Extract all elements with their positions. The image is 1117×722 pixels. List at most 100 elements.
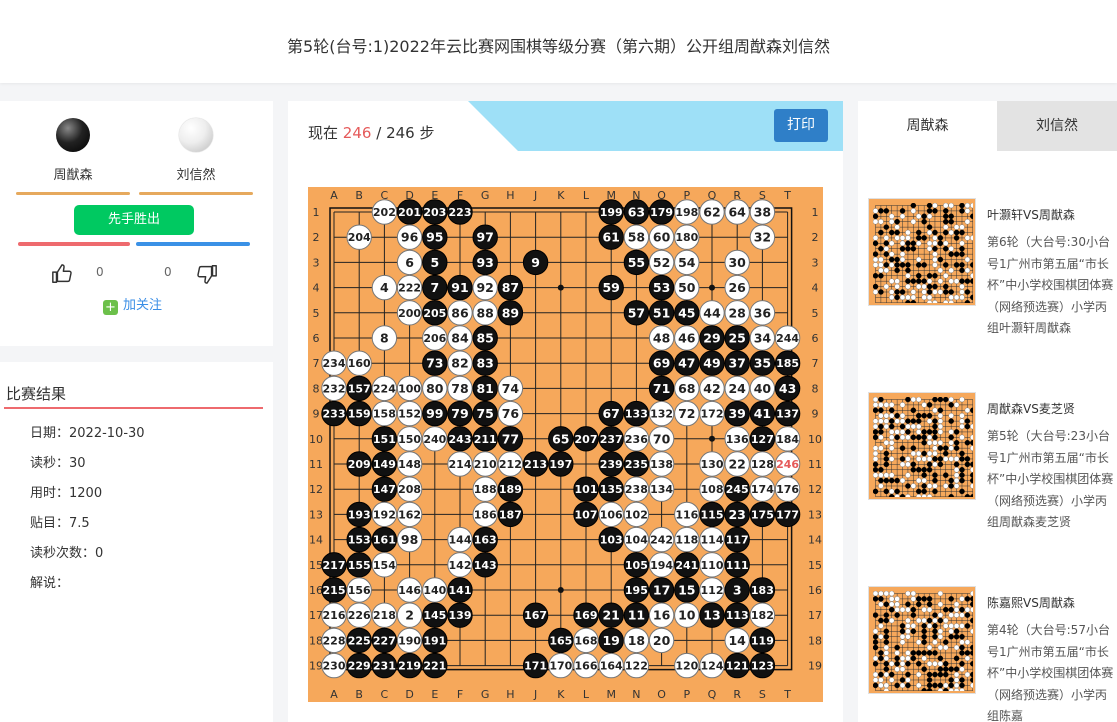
white-stone: 6: [396, 249, 423, 276]
game-description: 第4轮（大台号:57小台号1广州市第五届“市长杯”中小学校围棋团体赛（网络预选赛…: [987, 623, 1114, 722]
move-number: 61: [602, 230, 619, 245]
go-board[interactable]: AABBCCDDEEFFGGHHJJKKLLMMNNOOPPQQRRSSTT11…: [308, 187, 823, 702]
thumb-white-stone: [888, 240, 895, 247]
move-number: 103: [600, 534, 623, 547]
thumb-white-stone: [916, 494, 922, 497]
column-label: A: [330, 688, 338, 701]
thumb-white-stone: [921, 477, 927, 484]
thumb-white-stone: [953, 472, 960, 478]
dislike-count: 0: [164, 265, 172, 279]
print-button[interactable]: 打印: [774, 109, 828, 142]
thumb-white-stone: [883, 283, 890, 290]
move-number: 32: [754, 230, 771, 245]
thumbs-up-icon[interactable]: [51, 263, 73, 285]
thumb-black-stone: [937, 671, 944, 678]
black-stone: 215: [321, 577, 347, 603]
row-label: 16: [808, 584, 822, 597]
thumb-black-stone: [943, 397, 949, 403]
thumb-black-stone: [932, 246, 938, 252]
move-number: 38: [754, 205, 771, 220]
move-number: 171: [524, 660, 547, 673]
thumb-black-stone: [943, 639, 949, 645]
tab-white-player[interactable]: 刘信然: [997, 101, 1117, 151]
black-stone: 43: [774, 375, 801, 402]
thumb-black-stone: [953, 445, 960, 451]
thumb-black-stone: [959, 251, 965, 257]
thumb-black-stone: [921, 440, 927, 446]
page-header: 第5轮(台号:1)2022年云比赛网围棋等级分赛（第六期）公开组周猷森刘信然: [0, 0, 1117, 83]
black-stone: 67: [598, 400, 624, 427]
move-number: 14: [728, 633, 746, 648]
column-label: T: [783, 189, 791, 202]
thumbs-down-icon[interactable]: [196, 263, 218, 285]
move-number: 75: [476, 406, 493, 421]
move-number: 19: [602, 633, 619, 648]
move-number: 155: [348, 559, 371, 572]
move-number: 151: [373, 433, 396, 446]
total-moves: 246: [386, 124, 415, 142]
thumb-black-stone: [937, 682, 944, 689]
black-stone: 223: [447, 199, 473, 225]
game-title[interactable]: 周猷森VS麦芝贤: [987, 400, 1075, 417]
related-game[interactable]: 陈嘉熙VS周猷森 第4轮（大台号:57小台号1广州市第五届“市长杯”中小学校围棋…: [868, 586, 1117, 722]
thumb-black-stone: [926, 208, 933, 214]
thumb-white-stone: [894, 494, 900, 497]
white-stone: 102: [623, 501, 650, 528]
tab-black-player[interactable]: 周猷森: [858, 101, 997, 151]
move-number: 36: [754, 305, 772, 320]
white-stone: 118: [674, 526, 700, 553]
thumb-white-stone: [905, 423, 911, 430]
move-number: 25: [728, 331, 745, 346]
thumb-white-stone: [905, 229, 911, 236]
black-stone: 111: [724, 552, 750, 578]
game-thumbnail[interactable]: [868, 392, 976, 500]
move-number: 183: [751, 584, 774, 597]
thumb-black-stone: [932, 283, 938, 290]
move-number: 203: [423, 206, 446, 219]
move-number: 3: [733, 583, 742, 598]
thumb-white-stone: [910, 218, 917, 225]
thumb-black-stone: [926, 617, 933, 624]
game-thumbnail[interactable]: [868, 198, 976, 306]
thumb-black-stone: [921, 488, 927, 495]
move-number: 200: [398, 307, 421, 320]
thumb-white-stone: [970, 203, 973, 209]
move-number: 194: [650, 559, 673, 572]
white-stone: 130: [699, 451, 725, 477]
thumb-black-stone: [921, 278, 927, 284]
thumb-white-stone: [926, 606, 933, 613]
thumb-white-stone: [878, 412, 884, 419]
thumb-white-stone: [948, 623, 954, 629]
black-stone: 29: [699, 325, 725, 351]
thumb-black-stone: [873, 596, 879, 602]
game-title[interactable]: 叶灏轩VS周猷森: [987, 206, 1075, 223]
thumb-white-stone: [921, 606, 927, 613]
related-game[interactable]: 叶灏轩VS周猷森 第6轮（大台号:30小台号1广州市第五届“市长杯”中小学校围棋…: [868, 198, 1117, 358]
move-number: 148: [398, 458, 421, 471]
follow-button[interactable]: + 加关注: [103, 294, 162, 315]
move-number: 98: [401, 532, 418, 547]
thumb-white-stone: [873, 208, 879, 214]
thumb-black-stone: [921, 262, 927, 268]
move-number: 110: [701, 559, 724, 572]
thumb-white-stone: [926, 483, 933, 489]
move-number: 199: [600, 206, 623, 219]
thumb-white-stone: [883, 402, 890, 408]
move-number: 198: [675, 206, 698, 219]
players-panel: 周猷森 刘信然 先手胜出 0 0 + 加关注: [0, 101, 273, 346]
thumb-white-stone: [883, 267, 890, 274]
thumb-black-stone: [910, 606, 917, 613]
black-stone: 5: [422, 249, 448, 276]
go-board-svg[interactable]: AABBCCDDEEFFGGHHJJKKLLMMNNOOPPQQRRSSTT1 1…: [308, 187, 823, 702]
row-label: 4: [812, 282, 819, 295]
thumb-white-stone: [943, 623, 949, 629]
game-thumbnail[interactable]: [868, 586, 976, 694]
thumb-white-stone: [953, 682, 960, 689]
thumb-black-stone: [926, 596, 933, 602]
related-game[interactable]: 周猷森VS麦芝贤 第5轮（大台号:23小台号1广州市第五届“市长杯”中小学校围棋…: [868, 392, 1117, 552]
move-number: 119: [751, 634, 774, 647]
white-stone: 98: [396, 526, 423, 553]
black-stone: 81: [472, 375, 498, 402]
game-title[interactable]: 陈嘉熙VS周猷森: [987, 594, 1075, 611]
thumb-black-stone: [970, 407, 973, 414]
